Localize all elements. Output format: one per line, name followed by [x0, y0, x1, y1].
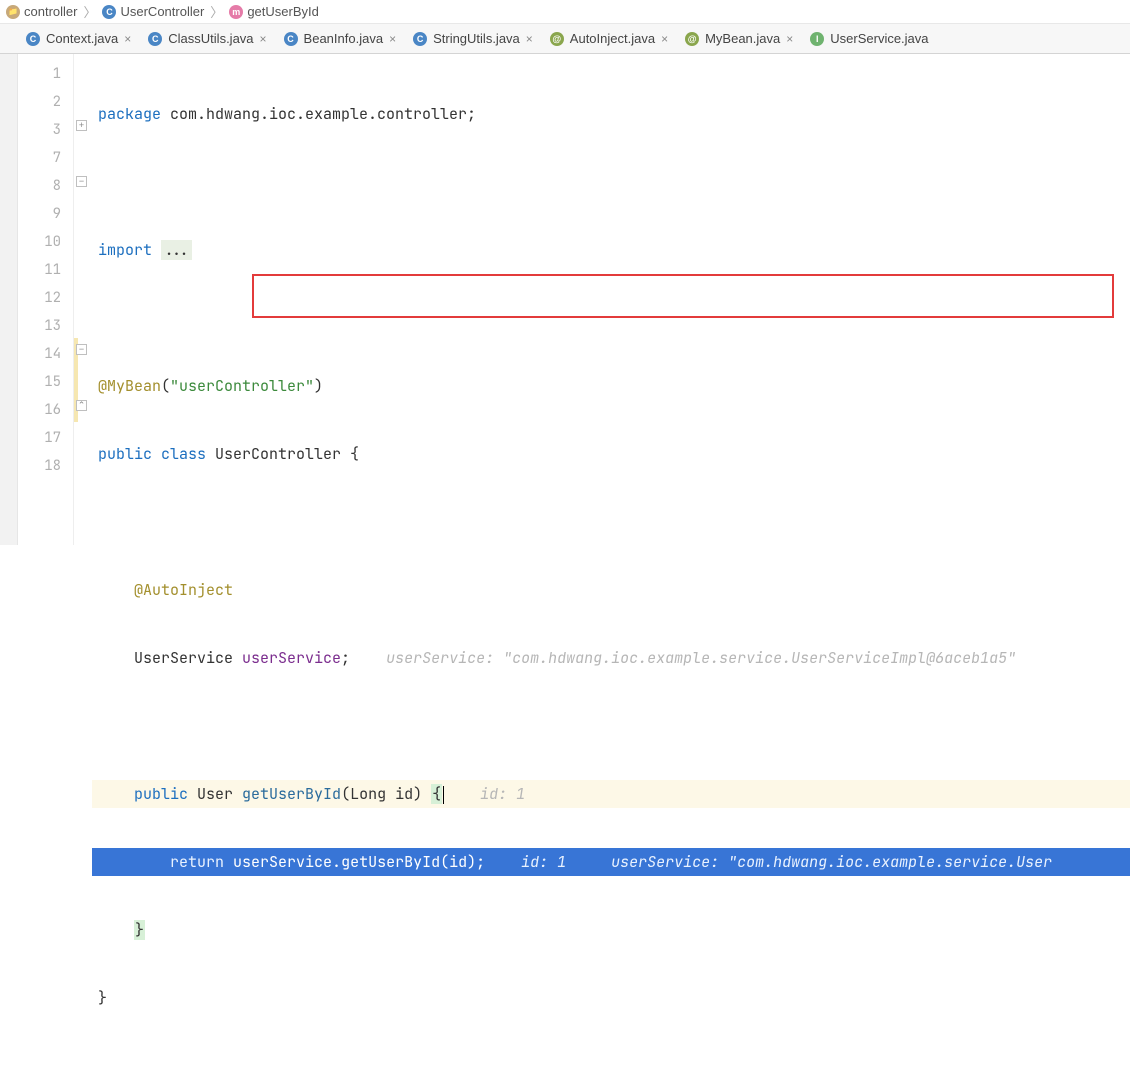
- tab-stringutils[interactable]: C StringUtils.java ×: [405, 24, 542, 53]
- chevron-right-icon: 〉: [81, 2, 98, 21]
- editor-tabs: C Context.java × C ClassUtils.java × C B…: [0, 24, 1130, 54]
- tab-context[interactable]: C Context.java ×: [18, 24, 140, 53]
- code-line[interactable]: UserService userService; userService: "c…: [92, 644, 1130, 672]
- breadcrumbs: 📁 controller 〉 C UserController 〉 m getU…: [0, 0, 1130, 24]
- code-area[interactable]: package com.hdwang.ioc.example.controlle…: [92, 54, 1130, 545]
- close-icon[interactable]: ×: [260, 32, 267, 46]
- class-icon: C: [413, 32, 427, 46]
- code-line[interactable]: import ...: [92, 236, 1130, 264]
- code-line-execution[interactable]: return userService.getUserById(id); id: …: [92, 848, 1130, 876]
- breadcrumb-item-class[interactable]: C UserController: [102, 4, 204, 19]
- tab-userservice[interactable]: I UserService.java: [802, 24, 937, 53]
- tab-label: AutoInject.java: [570, 31, 655, 46]
- chevron-right-icon: 〉: [208, 2, 225, 21]
- fold-toggle-icon[interactable]: −: [76, 344, 87, 355]
- code-line[interactable]: @MyBean("userController"): [92, 372, 1130, 400]
- interface-icon: I: [810, 32, 824, 46]
- line-number[interactable]: 1: [18, 60, 73, 88]
- code-line[interactable]: [92, 168, 1130, 196]
- debug-inline-hint: id: 1: [521, 852, 566, 872]
- tab-label: Context.java: [46, 31, 118, 46]
- fold-end-icon[interactable]: ⌃: [76, 400, 87, 411]
- annotation-icon: @: [685, 32, 699, 46]
- line-number[interactable]: 11: [18, 256, 73, 284]
- editor: 1 2 3 7 8 9 10 11 12 13 14 15 16 17 18 +…: [18, 54, 1130, 545]
- tab-label: BeanInfo.java: [304, 31, 384, 46]
- line-number[interactable]: 15: [18, 368, 73, 396]
- debug-inline-hint: id: 1: [480, 784, 525, 804]
- line-number[interactable]: 7: [18, 144, 73, 172]
- class-icon: C: [148, 32, 162, 46]
- code-line[interactable]: [92, 304, 1130, 332]
- line-number[interactable]: 12: [18, 284, 73, 312]
- line-number[interactable]: 16: [18, 396, 73, 424]
- breadcrumb-label: getUserById: [247, 4, 319, 19]
- tab-beaninfo[interactable]: C BeanInfo.java ×: [276, 24, 406, 53]
- code-line[interactable]: [92, 508, 1130, 536]
- tool-window-strip[interactable]: [0, 54, 18, 545]
- folded-region[interactable]: ...: [161, 240, 192, 260]
- folder-icon: 📁: [6, 5, 20, 19]
- line-number[interactable]: 8: [18, 172, 73, 200]
- close-icon[interactable]: ×: [124, 32, 131, 46]
- close-icon[interactable]: ×: [526, 32, 533, 46]
- line-number[interactable]: 14: [18, 340, 73, 368]
- line-number[interactable]: 3: [18, 116, 73, 144]
- tab-label: MyBean.java: [705, 31, 780, 46]
- line-number[interactable]: 17: [18, 424, 73, 452]
- code-line[interactable]: [92, 1052, 1130, 1080]
- breadcrumb-label: UserController: [120, 4, 204, 19]
- debug-inline-hint: userService: "com.hdwang.ioc.example.ser…: [386, 648, 1016, 668]
- class-icon: C: [102, 5, 116, 19]
- close-icon[interactable]: ×: [661, 32, 668, 46]
- line-number-gutter[interactable]: 1 2 3 7 8 9 10 11 12 13 14 15 16 17 18: [18, 54, 74, 545]
- line-number[interactable]: 2: [18, 88, 73, 116]
- tab-classutils[interactable]: C ClassUtils.java ×: [140, 24, 275, 53]
- code-line[interactable]: [92, 712, 1130, 740]
- tab-label: StringUtils.java: [433, 31, 520, 46]
- tab-mybean[interactable]: @ MyBean.java ×: [677, 24, 802, 53]
- code-line[interactable]: }: [92, 984, 1130, 1012]
- code-line[interactable]: @AutoInject: [92, 576, 1130, 604]
- annotation-icon: @: [550, 32, 564, 46]
- code-line-current[interactable]: public User getUserById(Long id) { id: 1: [92, 780, 1130, 808]
- line-number[interactable]: 10: [18, 228, 73, 256]
- tab-autoinject[interactable]: @ AutoInject.java ×: [542, 24, 677, 53]
- tab-label: ClassUtils.java: [168, 31, 253, 46]
- method-icon: m: [229, 5, 243, 19]
- fold-strip[interactable]: + − − ⌃: [74, 54, 92, 545]
- debug-inline-hint: userService: "com.hdwang.ioc.example.ser…: [611, 852, 1052, 872]
- tab-label: UserService.java: [830, 31, 928, 46]
- text-caret: [443, 786, 444, 804]
- class-icon: C: [26, 32, 40, 46]
- line-number[interactable]: 9: [18, 200, 73, 228]
- breadcrumb-label: controller: [24, 4, 77, 19]
- code-line[interactable]: }: [92, 916, 1130, 944]
- line-number[interactable]: 13: [18, 312, 73, 340]
- code-line[interactable]: public class UserController {: [92, 440, 1130, 468]
- breadcrumb-item-method[interactable]: m getUserById: [229, 4, 319, 19]
- fold-toggle-icon[interactable]: −: [76, 176, 87, 187]
- line-number[interactable]: 18: [18, 452, 73, 480]
- code-line[interactable]: package com.hdwang.ioc.example.controlle…: [92, 100, 1130, 128]
- class-icon: C: [284, 32, 298, 46]
- close-icon[interactable]: ×: [786, 32, 793, 46]
- fold-toggle-icon[interactable]: +: [76, 120, 87, 131]
- breadcrumb-item-controller[interactable]: 📁 controller: [6, 4, 77, 19]
- close-icon[interactable]: ×: [389, 32, 396, 46]
